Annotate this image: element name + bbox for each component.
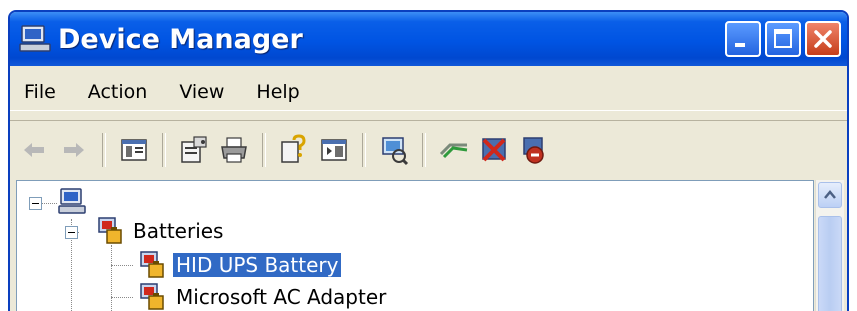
- scroll-up-button[interactable]: [818, 182, 842, 208]
- properties-icon[interactable]: [178, 134, 210, 166]
- close-icon: [814, 30, 832, 48]
- toolbar-separator: [422, 133, 426, 167]
- collapse-root-toggle[interactable]: [29, 197, 42, 210]
- battery-category-icon: [93, 215, 127, 247]
- toolbar-separator: [362, 133, 366, 167]
- toolbar-separator: [162, 133, 166, 167]
- menu-bar: File Action View Help: [10, 74, 847, 111]
- menu-help[interactable]: Help: [256, 81, 299, 103]
- close-button[interactable]: [805, 21, 841, 57]
- tree-connector: [111, 297, 133, 298]
- tree-connector: [111, 245, 112, 311]
- tree-category-label: Batteries: [133, 219, 224, 243]
- maximize-button[interactable]: [765, 21, 801, 57]
- tree-item-hid-ups-battery[interactable]: HID UPS Battery: [135, 249, 342, 281]
- back-arrow-icon[interactable]: [18, 134, 50, 166]
- toolbar: [10, 124, 847, 176]
- device-tree[interactable]: Batteries HID UPS Battery Microsoft AC A…: [16, 180, 814, 311]
- show-hide-action-pane-icon[interactable]: [318, 134, 350, 166]
- chevron-up-icon: [824, 190, 836, 199]
- tree-connector: [111, 265, 133, 266]
- disable-device-icon[interactable]: [478, 134, 510, 166]
- minimize-icon: [735, 43, 745, 47]
- vertical-scrollbar[interactable]: [815, 180, 844, 311]
- device-manager-window: Device Manager File Action View Help Bat…: [8, 10, 849, 311]
- tree-item-label: HID UPS Battery: [173, 253, 342, 277]
- tree-root[interactable]: [57, 187, 87, 222]
- tree-item-microsoft-ac-adapter[interactable]: Microsoft AC Adapter: [135, 281, 386, 311]
- computer-icon: [18, 24, 52, 54]
- update-driver-icon[interactable]: [438, 134, 470, 166]
- help-icon[interactable]: [278, 134, 310, 166]
- collapse-batteries-toggle[interactable]: [65, 226, 78, 239]
- menu-separator: [10, 120, 847, 121]
- window-title: Device Manager: [58, 23, 303, 55]
- menu-action[interactable]: Action: [88, 81, 148, 103]
- print-icon[interactable]: [218, 134, 250, 166]
- menu-file[interactable]: File: [24, 81, 56, 103]
- menu-view[interactable]: View: [179, 81, 224, 103]
- scrollbar-thumb[interactable]: [818, 216, 842, 311]
- computer-icon: [57, 187, 87, 222]
- battery-device-icon: [135, 249, 169, 281]
- toolbar-separator: [102, 133, 106, 167]
- forward-arrow-icon[interactable]: [58, 134, 90, 166]
- uninstall-device-icon[interactable]: [518, 134, 550, 166]
- title-bar[interactable]: Device Manager: [10, 12, 847, 66]
- scan-hardware-icon[interactable]: [378, 134, 410, 166]
- tree-category-batteries[interactable]: Batteries: [93, 215, 223, 247]
- battery-device-icon: [135, 281, 169, 311]
- tree-item-label: Microsoft AC Adapter: [176, 285, 387, 309]
- minimize-button[interactable]: [725, 21, 761, 57]
- show-hide-tree-icon[interactable]: [118, 134, 150, 166]
- toolbar-separator: [262, 133, 266, 167]
- maximize-icon: [774, 29, 792, 48]
